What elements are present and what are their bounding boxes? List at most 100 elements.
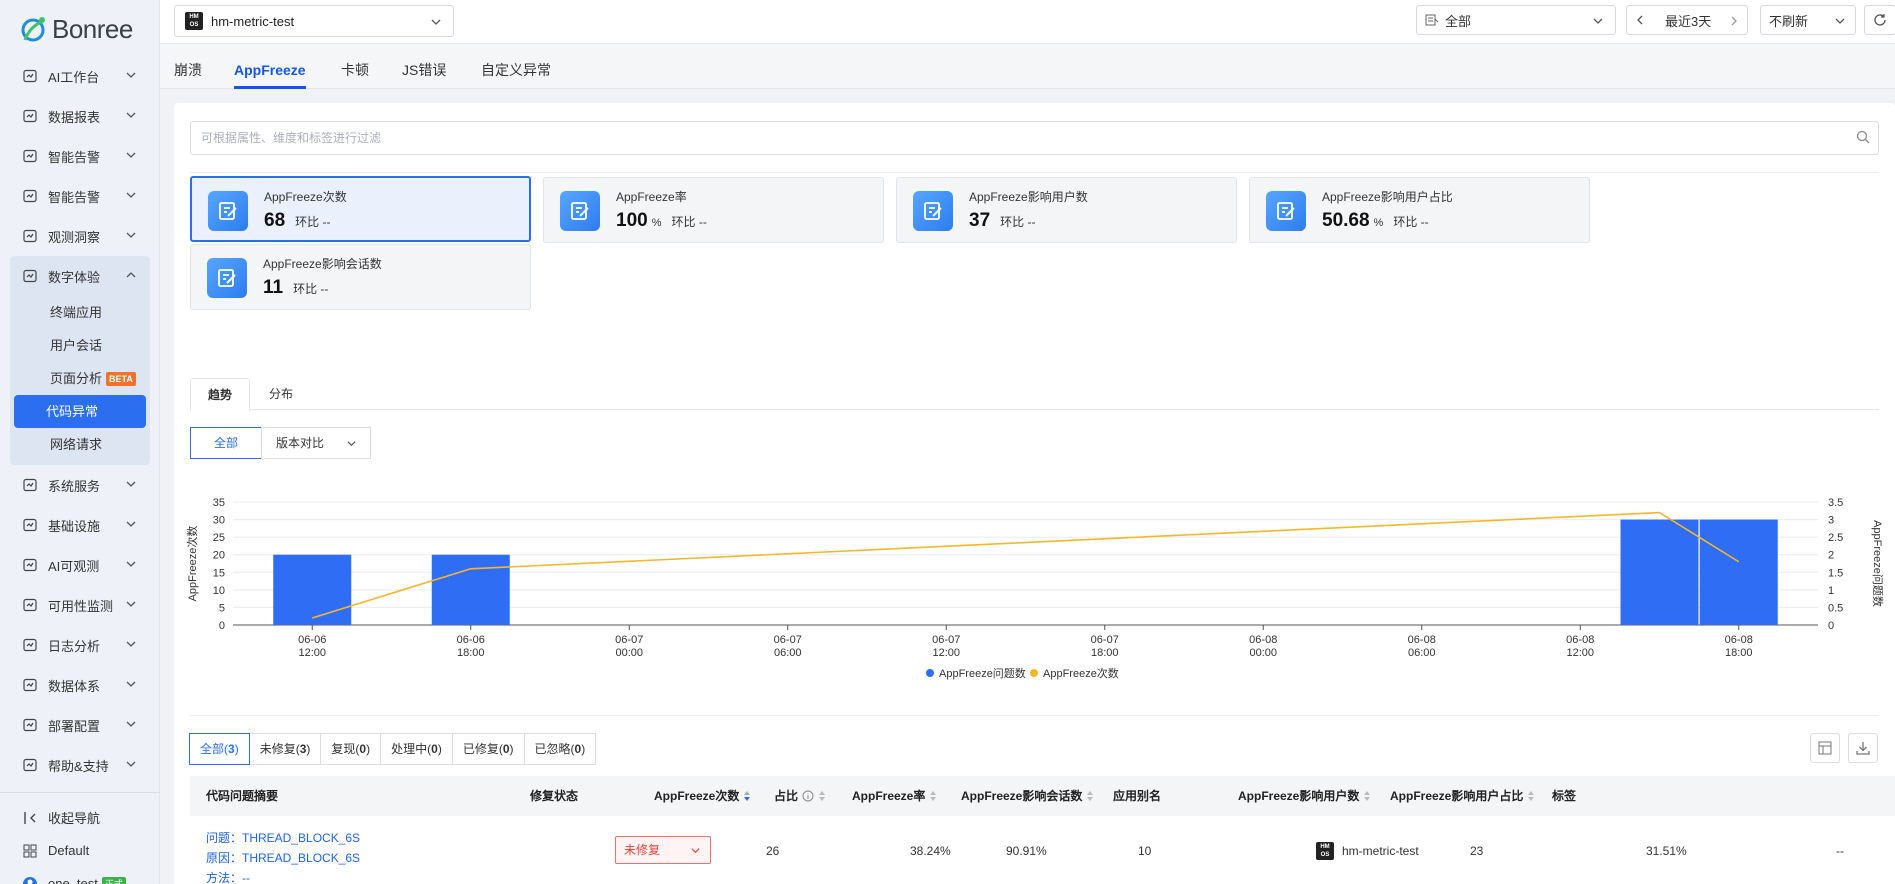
sort-icon[interactable]	[743, 790, 751, 802]
sort-icon[interactable]	[929, 790, 937, 802]
sort-icon[interactable]	[1527, 790, 1535, 802]
chevron-right-icon[interactable]	[1729, 16, 1739, 26]
status-filter-0[interactable]: 全部(3)	[189, 733, 250, 765]
refresh-button[interactable]	[1864, 5, 1895, 35]
sidebar-item-5[interactable]: 系统服务	[0, 465, 160, 505]
sidebar-item-8[interactable]: 可用性监测	[0, 585, 160, 625]
sidebar-item-3[interactable]: 智能告警	[0, 176, 160, 216]
tab-distribution[interactable]: 分布	[252, 378, 310, 410]
time-range-picker[interactable]: 最近3天	[1626, 5, 1748, 35]
tab-js-error[interactable]: JS错误	[402, 44, 446, 89]
sidebar-subitem-3[interactable]: 代码异常	[14, 395, 146, 428]
filter-count: 3	[228, 742, 235, 756]
column-settings-button[interactable]	[1810, 733, 1840, 763]
user-badge: 正式	[101, 877, 126, 884]
filter-scope-icon	[1425, 14, 1439, 26]
freeze-rate-cell: 90.91%	[1006, 844, 1047, 858]
legend-marker	[926, 669, 934, 677]
y2-tick-label: 1.5	[1828, 567, 1843, 579]
table-row[interactable]: 问题：THREAD_BLOCK_6S 原因：THREAD_BLOCK_6S 方法…	[190, 816, 1895, 884]
sidebar-item-12[interactable]: 帮助&支持	[0, 745, 160, 785]
sidebar-item-2[interactable]: 智能告警	[0, 136, 160, 176]
sidebar-item-10[interactable]: 数据体系	[0, 665, 160, 705]
sidebar-subitem-0[interactable]: 终端应用	[14, 296, 146, 329]
tab-crash[interactable]: 崩溃	[174, 44, 202, 89]
y2-axis-label: AppFreeze问题数	[1871, 520, 1884, 607]
stat-card[interactable]: AppFreeze影响会话数 11 环比 --	[190, 244, 531, 310]
tab-custom-exception[interactable]: 自定义异常	[481, 44, 551, 89]
sidebar-item-label: 可用性监测	[48, 598, 114, 614]
y-tick-label: 0	[219, 620, 225, 632]
alert-icon	[23, 149, 37, 163]
version-compare-label: 版本对比	[276, 436, 325, 450]
segment-all[interactable]: 全部	[190, 427, 262, 459]
stat-value: 37	[969, 210, 991, 231]
info-icon[interactable]	[802, 790, 814, 802]
column-header-8[interactable]: AppFreeze影响用户占比	[1390, 776, 1535, 816]
column-header-2[interactable]: AppFreeze次数	[654, 776, 751, 816]
cause-link[interactable]: 原因：THREAD_BLOCK_6S	[206, 848, 360, 868]
stat-card[interactable]: AppFreeze率 100% 环比 --	[543, 177, 884, 243]
stat-label: AppFreeze影响用户占比	[1322, 190, 1453, 204]
sort-icon[interactable]	[1363, 790, 1371, 802]
filter-label: 已忽略	[534, 742, 571, 756]
chevron-down-icon	[347, 441, 356, 447]
status-filter-4[interactable]: 已修复(0)	[451, 733, 525, 765]
sidebar-group-digital-experience: 数字体验 终端应用 用户会话 页面分析 BETA 代码异常 网络请求	[10, 256, 150, 465]
stat-label: AppFreeze影响会话数	[263, 257, 382, 271]
sidebar-subitem-4[interactable]: 网络请求	[14, 428, 146, 461]
avatar	[23, 876, 37, 884]
y2-tick-label: 3.5	[1828, 497, 1843, 509]
sort-icon[interactable]	[1086, 790, 1094, 802]
column-header-4[interactable]: AppFreeze率	[852, 776, 937, 816]
scope-value: 全部	[1445, 13, 1472, 29]
sidebar-item-1[interactable]: 数据报表	[0, 96, 160, 136]
scope-selector[interactable]: 全部	[1416, 5, 1616, 35]
chevron-left-icon[interactable]	[1635, 15, 1645, 25]
freeze-count-cell: 26	[766, 844, 780, 858]
version-compare-select[interactable]: 版本对比	[261, 427, 371, 459]
sidebar-item-digital-experience[interactable]: 数字体验	[10, 256, 150, 296]
workspace-item[interactable]: Default	[0, 834, 160, 867]
tab-lag[interactable]: 卡顿	[341, 44, 369, 89]
chart-bar	[431, 554, 510, 625]
sidebar-item-11[interactable]: 部署配置	[0, 705, 160, 745]
user-item[interactable]: one_test 正式	[0, 867, 160, 884]
filter-search-input[interactable]: 可根据属性、维度和标签进行过滤	[190, 121, 1879, 155]
bonree-logo[interactable]: Bonree	[20, 12, 133, 46]
column-header-5[interactable]: AppFreeze影响会话数	[961, 776, 1094, 816]
status-filter-1[interactable]: 未修复(3)	[248, 733, 322, 765]
column-header-7[interactable]: AppFreeze影响用户数	[1238, 776, 1371, 816]
sidebar-item-label: 部署配置	[48, 718, 101, 734]
sidebar-item-label: 数据报表	[48, 109, 101, 125]
refresh-interval-selector[interactable]: 不刷新	[1760, 5, 1856, 35]
sidebar-item-label: 基础设施	[48, 518, 101, 534]
sidebar-item-0[interactable]: AI工作台	[0, 56, 160, 96]
fix-status-value: 未修复	[624, 843, 661, 857]
sidebar-item-6[interactable]: 基础设施	[0, 505, 160, 545]
search-icon[interactable]	[1856, 130, 1870, 144]
sort-icon[interactable]	[818, 790, 826, 802]
status-filter-5[interactable]: 已忽略(0)	[523, 733, 597, 765]
status-filter-2[interactable]: 复现(0)	[320, 733, 382, 765]
stat-card[interactable]: AppFreeze次数 68 环比 --	[190, 176, 531, 242]
sidebar-item-9[interactable]: 日志分析	[0, 625, 160, 665]
column-header-3[interactable]: 占比	[774, 776, 826, 816]
download-button[interactable]	[1848, 733, 1878, 763]
app-selector[interactable]: HM OS hm-metric-test	[174, 5, 454, 37]
brand-name: Bonree	[52, 13, 133, 44]
status-filter-3[interactable]: 处理中(0)	[380, 733, 453, 765]
sidebar-subitem-2[interactable]: 页面分析 BETA	[14, 362, 146, 395]
x-tick-label: 00:00	[615, 647, 643, 659]
stat-card[interactable]: AppFreeze影响用户数 37 环比 --	[896, 177, 1237, 243]
y-tick-label: 5	[219, 602, 225, 614]
stat-card[interactable]: AppFreeze影响用户占比 50.68% 环比 --	[1249, 177, 1590, 243]
issue-link[interactable]: 问题：THREAD_BLOCK_6S	[206, 828, 360, 848]
tab-trend[interactable]: 趋势	[190, 378, 251, 411]
tab-appfreeze[interactable]: AppFreeze	[234, 44, 306, 89]
sidebar-item-7[interactable]: AI可观测	[0, 545, 160, 585]
fix-status-select[interactable]: 未修复	[615, 836, 711, 864]
sidebar-item-4[interactable]: 观测洞察	[0, 216, 160, 256]
sidebar-subitem-1[interactable]: 用户会话	[14, 329, 146, 362]
collapse-nav-button[interactable]: 收起导航	[0, 801, 160, 834]
